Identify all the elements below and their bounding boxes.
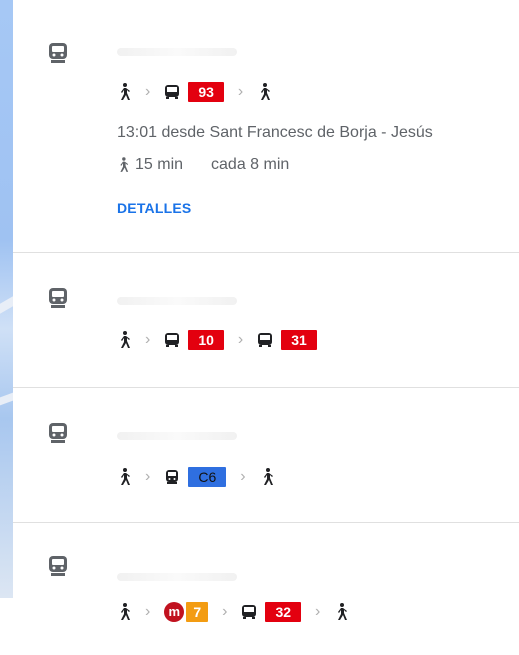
tram-icon bbox=[49, 556, 67, 576]
chevron-right-icon: › bbox=[145, 331, 151, 348]
walk-frequency-row: 15 min cada 8 min bbox=[117, 156, 289, 174]
details-link[interactable]: DETALLES bbox=[117, 200, 191, 216]
route-steps: › 10 › 31 bbox=[117, 329, 317, 351]
bus-icon bbox=[242, 605, 257, 619]
line-badge: 10 bbox=[188, 330, 224, 350]
line-badge: 31 bbox=[281, 330, 317, 350]
route-title-placeholder bbox=[117, 297, 237, 305]
walk-icon bbox=[121, 603, 130, 620]
line-badge: C6 bbox=[188, 467, 227, 487]
route-steps: › C6 › bbox=[117, 466, 274, 488]
chevron-right-icon: › bbox=[240, 468, 246, 485]
chevron-right-icon: › bbox=[145, 83, 151, 100]
map-road bbox=[0, 296, 13, 314]
chevron-right-icon: › bbox=[315, 603, 321, 620]
metro-logo-icon: m bbox=[164, 602, 185, 622]
tram-icon bbox=[49, 43, 67, 63]
walk-icon bbox=[121, 83, 130, 100]
chevron-right-icon: › bbox=[222, 603, 228, 620]
route-steps: › m 7 › 32 › bbox=[117, 600, 348, 624]
bus-icon bbox=[165, 333, 180, 347]
line-badge: 93 bbox=[188, 82, 224, 102]
tram-icon bbox=[49, 288, 67, 308]
route-results-panel: › 93 › 13:01 desde Sant Francesc de Borj… bbox=[13, 0, 519, 598]
chevron-right-icon: › bbox=[145, 468, 151, 485]
chevron-right-icon: › bbox=[237, 331, 244, 348]
walk-icon bbox=[121, 468, 130, 485]
route-steps: › 93 › bbox=[117, 81, 271, 103]
map-background[interactable] bbox=[0, 0, 13, 598]
bus-icon bbox=[165, 85, 180, 99]
route-title-placeholder bbox=[117, 573, 237, 581]
route-card[interactable]: › C6 › bbox=[13, 388, 519, 523]
walk-icon bbox=[261, 83, 271, 100]
route-title-placeholder bbox=[117, 48, 237, 56]
chevron-right-icon: › bbox=[145, 603, 151, 620]
line-badge: 7 bbox=[186, 602, 209, 622]
route-card[interactable]: › 10 › 31 bbox=[13, 253, 519, 388]
walk-icon bbox=[121, 331, 130, 348]
walk-icon bbox=[263, 468, 273, 485]
tram-icon bbox=[49, 423, 67, 443]
line-badge: 32 bbox=[265, 602, 302, 622]
map-road bbox=[0, 392, 13, 406]
walk-icon bbox=[120, 157, 129, 172]
frequency: cada 8 min bbox=[211, 156, 290, 173]
departure-text: 13:01 desde Sant Francesc de Borja - Jes… bbox=[117, 124, 433, 141]
walk-time: 15 min bbox=[135, 156, 184, 173]
chevron-right-icon: › bbox=[237, 83, 244, 100]
train-icon bbox=[166, 470, 179, 484]
route-card[interactable] bbox=[13, 523, 519, 598]
route-card[interactable]: › 93 › 13:01 desde Sant Francesc de Borj… bbox=[13, 0, 519, 253]
walk-icon bbox=[338, 603, 348, 620]
bus-icon bbox=[258, 333, 273, 347]
route-title-placeholder bbox=[117, 432, 237, 440]
